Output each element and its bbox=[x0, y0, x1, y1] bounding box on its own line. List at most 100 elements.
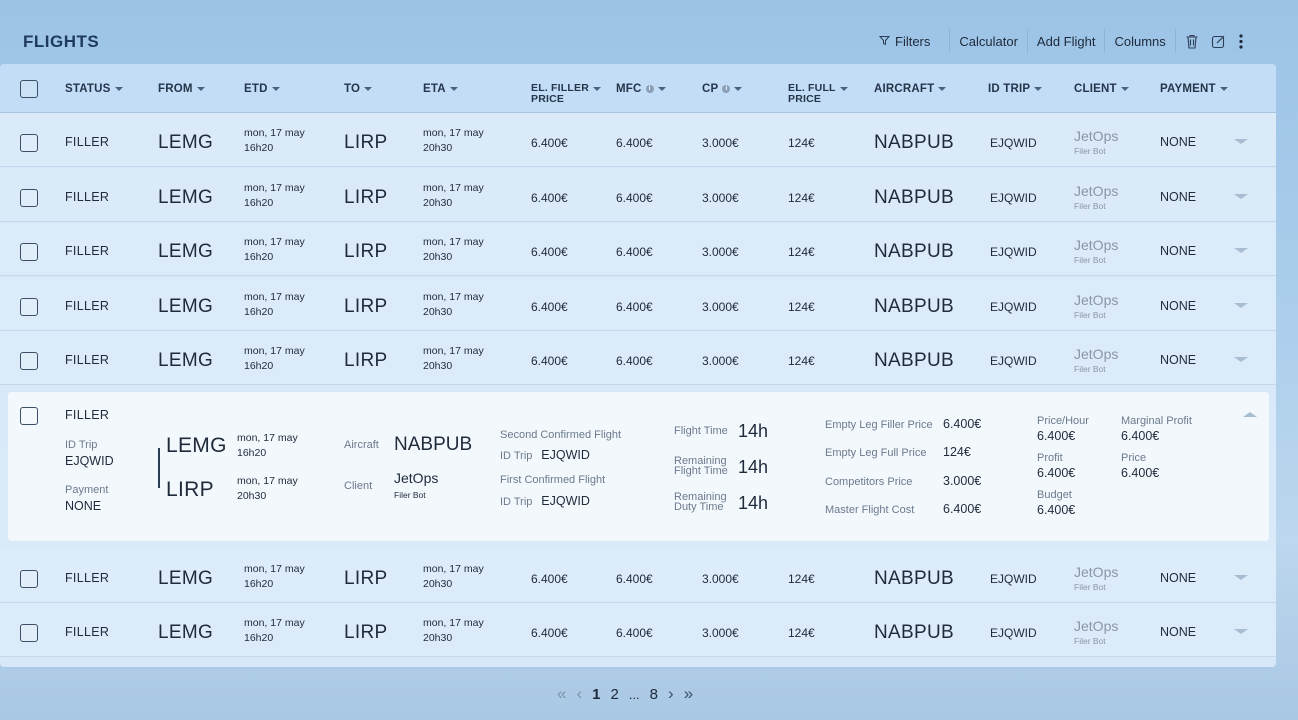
info-icon[interactable]: i bbox=[722, 85, 731, 93]
expand-chevron-icon[interactable] bbox=[1234, 629, 1248, 634]
el-full-price-cell: 124€ bbox=[788, 572, 815, 586]
column-mfc[interactable]: MFC i bbox=[616, 83, 666, 95]
status-cell: FILLER bbox=[65, 625, 110, 639]
edit-icon[interactable] bbox=[1209, 30, 1229, 52]
row-checkbox[interactable] bbox=[20, 189, 38, 207]
page-1-button[interactable]: 1 bbox=[587, 686, 605, 703]
sort-caret-icon bbox=[593, 87, 601, 91]
eta-time: 20h30 bbox=[423, 197, 453, 209]
from-cell: LEMG bbox=[158, 296, 214, 317]
table-row[interactable]: FILLER LEMG mon, 17 may 16h20 LIRP mon, 17 ma… bbox=[0, 113, 1276, 167]
el-filler-price-cell: 6.400€ bbox=[531, 572, 568, 586]
row-checkbox[interactable] bbox=[20, 134, 38, 152]
cp-cell: 3.000€ bbox=[702, 245, 739, 259]
profit-value: 6.400€ bbox=[1037, 466, 1076, 480]
row-checkbox[interactable] bbox=[20, 570, 38, 588]
column-el-full-price[interactable]: EL. FULL PRICE bbox=[788, 83, 848, 105]
status-value: FILLER bbox=[65, 408, 110, 422]
page-2-button[interactable]: 2 bbox=[605, 686, 623, 703]
expand-chevron-icon[interactable] bbox=[1234, 194, 1248, 199]
columns-button[interactable]: Columns bbox=[1105, 30, 1174, 52]
expand-chevron-icon[interactable] bbox=[1234, 575, 1248, 580]
table-row[interactable]: FILLER LEMG mon, 17 may 16h20 LIRP mon, 17 ma… bbox=[0, 168, 1276, 222]
expanded-row[interactable]: FILLER ID Trip EJQWID Payment NONE LEMG … bbox=[8, 392, 1269, 541]
label-line: Duty Time bbox=[674, 501, 724, 513]
row-checkbox[interactable] bbox=[20, 407, 38, 425]
next-page-button[interactable]: › bbox=[663, 684, 679, 704]
expand-chevron-icon[interactable] bbox=[1234, 357, 1248, 362]
client-cell: JetOps Filer Bot bbox=[1074, 293, 1118, 323]
column-eta[interactable]: ETA bbox=[423, 83, 458, 95]
eta-day: mon, 17 may bbox=[423, 563, 484, 575]
column-to[interactable]: TO bbox=[344, 83, 373, 95]
column-el-filler-price[interactable]: EL. FILLER PRICE bbox=[531, 83, 601, 105]
aircraft-value: NABPUB bbox=[394, 434, 473, 455]
prev-page-button[interactable]: ‹ bbox=[571, 684, 587, 704]
client-name: JetOps bbox=[1074, 346, 1119, 362]
payment-cell: NONE bbox=[1160, 299, 1197, 313]
row-checkbox[interactable] bbox=[20, 624, 38, 642]
etd-cell: mon, 17 may 16h20 bbox=[244, 562, 305, 592]
select-all-checkbox[interactable] bbox=[20, 80, 38, 98]
table-row[interactable]: FILLER LEMG mon, 17 may 16h20 LIRP mon, 17 ma… bbox=[0, 277, 1276, 331]
last-page-button[interactable]: » bbox=[679, 684, 698, 704]
mfc-cell: 6.400€ bbox=[616, 572, 653, 586]
remaining-duty-time-value: 14h bbox=[738, 493, 769, 513]
eta-time: 20h30 bbox=[423, 142, 453, 154]
sort-caret-icon bbox=[271, 87, 280, 91]
column-aircraft[interactable]: AIRCRAFT bbox=[874, 83, 947, 95]
etd-time: 16h20 bbox=[244, 251, 274, 263]
collapse-chevron-icon[interactable] bbox=[1243, 412, 1257, 417]
row-checkbox[interactable] bbox=[20, 298, 38, 316]
competitors-label: Competitors Price bbox=[825, 476, 913, 488]
eta-time: 20h30 bbox=[423, 251, 453, 263]
payment-cell: NONE bbox=[1160, 244, 1197, 258]
column-client[interactable]: CLIENT bbox=[1074, 83, 1129, 95]
aircraft-cell: NABPUB bbox=[874, 132, 954, 153]
el-filler-value: 6.400€ bbox=[943, 417, 982, 431]
from-cell: LEMG bbox=[158, 568, 214, 589]
add-flight-button[interactable]: Add Flight bbox=[1028, 30, 1105, 52]
from-cell: LEMG bbox=[158, 132, 214, 153]
etd-cell: mon, 17 may 16h20 bbox=[244, 344, 305, 374]
id-trip-label: ID Trip bbox=[65, 439, 98, 451]
column-label: ETD bbox=[244, 83, 268, 95]
info-icon[interactable]: i bbox=[645, 85, 654, 93]
column-etd[interactable]: ETD bbox=[244, 83, 280, 95]
eta-day: mon, 17 may bbox=[237, 475, 298, 487]
client-name: JetOps bbox=[1074, 564, 1119, 580]
first-page-button[interactable]: « bbox=[552, 684, 571, 704]
more-icon[interactable] bbox=[1231, 30, 1251, 52]
payment-cell: NONE bbox=[1160, 625, 1197, 639]
row-checkbox[interactable] bbox=[20, 243, 38, 261]
etd-day: mon, 17 may bbox=[244, 345, 305, 357]
client-name: JetOps bbox=[1074, 618, 1119, 634]
client-cell: JetOps Filer Bot bbox=[1074, 184, 1118, 214]
page-8-button[interactable]: 8 bbox=[645, 686, 663, 703]
table-row[interactable]: FILLER LEMG mon, 17 may 16h20 LIRP mon, 17 ma… bbox=[0, 603, 1276, 657]
aircraft-cell: NABPUB bbox=[874, 241, 954, 262]
calculator-button[interactable]: Calculator bbox=[950, 30, 1027, 52]
column-id-trip[interactable]: ID TRIP bbox=[988, 83, 1043, 95]
price-hour-label: Price/Hour bbox=[1037, 415, 1089, 427]
column-label: TO bbox=[344, 83, 361, 95]
column-label: AIRCRAFT bbox=[874, 83, 935, 95]
row-checkbox[interactable] bbox=[20, 352, 38, 370]
column-payment[interactable]: PAYMENT bbox=[1160, 83, 1228, 95]
expand-chevron-icon[interactable] bbox=[1234, 139, 1248, 144]
sort-caret-icon bbox=[449, 87, 458, 91]
payment-cell: NONE bbox=[1160, 353, 1197, 367]
column-status[interactable]: STATUS bbox=[65, 83, 123, 95]
expand-chevron-icon[interactable] bbox=[1234, 248, 1248, 253]
column-from[interactable]: FROM bbox=[158, 83, 205, 95]
trash-icon[interactable] bbox=[1182, 30, 1202, 52]
table-row[interactable]: FILLER LEMG mon, 17 may 16h20 LIRP mon, 17 ma… bbox=[0, 331, 1276, 385]
table-row[interactable]: FILLER LEMG mon, 17 may 16h20 LIRP mon, 17 ma… bbox=[0, 222, 1276, 276]
etd-time: 16h20 bbox=[244, 306, 274, 318]
column-label-line: PRICE bbox=[531, 93, 565, 105]
filters-button[interactable]: Filters bbox=[870, 30, 939, 52]
el-full-price-cell: 124€ bbox=[788, 354, 815, 368]
table-row[interactable]: FILLER LEMG mon, 17 may 16h20 LIRP mon, 17 ma… bbox=[0, 549, 1276, 603]
expand-chevron-icon[interactable] bbox=[1234, 303, 1248, 308]
column-cp[interactable]: CP i bbox=[702, 83, 743, 95]
